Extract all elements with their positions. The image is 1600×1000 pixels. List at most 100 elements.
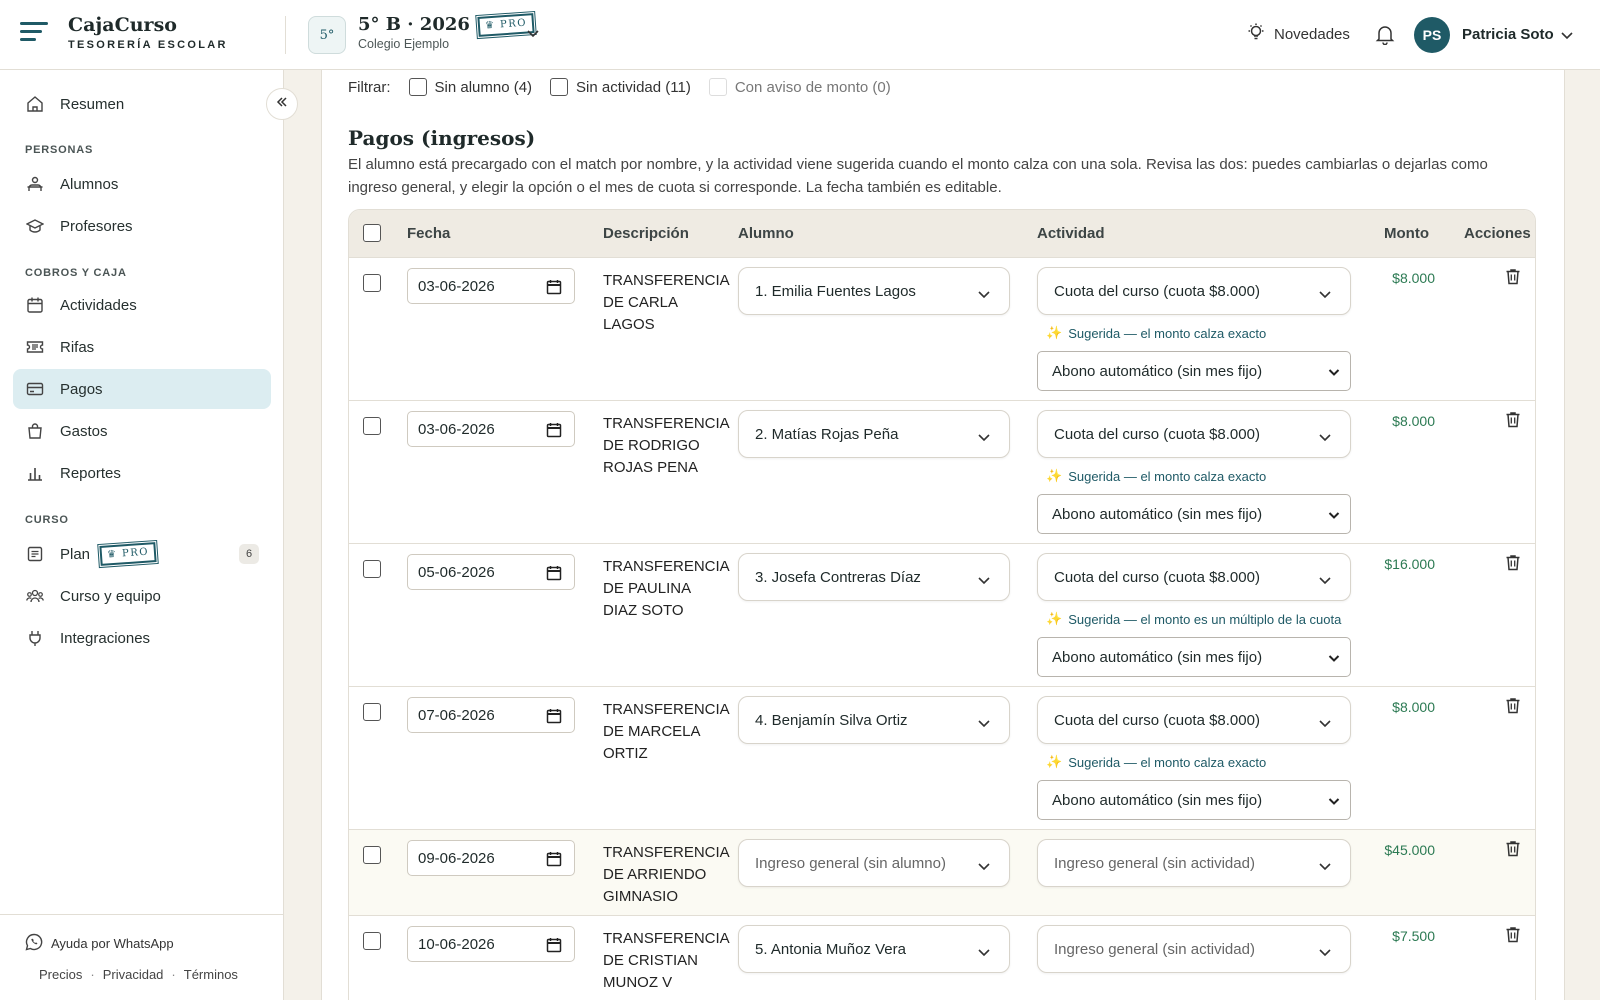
- alumno-select[interactable]: 5. Antonia Muñoz Vera: [738, 925, 1010, 973]
- section-title: Pagos (ingresos): [348, 126, 536, 150]
- description-text: TRANSFERENCIA DE RODRIGO ROJAS PENA: [603, 415, 729, 476]
- footer-separator: ·: [90, 967, 95, 982]
- chevron-down-icon: [977, 716, 991, 734]
- course-switcher[interactable]: 5° B · 2026 ♛ PRO Colegio Ejemplo: [358, 10, 537, 51]
- calendar-icon[interactable]: [546, 708, 562, 728]
- chevron-down-icon: [977, 287, 991, 305]
- section-cobros: COBROS Y CAJA: [25, 267, 127, 279]
- date-input[interactable]: 09-06-2026: [407, 840, 575, 876]
- date-value: 03-06-2026: [418, 277, 495, 295]
- row-checkbox[interactable]: [363, 932, 381, 950]
- sidebar-item-actividades[interactable]: Actividades: [13, 285, 271, 325]
- calendar-icon[interactable]: [546, 422, 562, 442]
- alumno-select[interactable]: 3. Josefa Contreras Díaz: [738, 553, 1010, 601]
- calendar-icon[interactable]: [546, 565, 562, 585]
- filter-sin-actividad-label: Sin actividad (11): [576, 78, 691, 96]
- alumno-select[interactable]: 4. Benjamín Silva Ortiz: [738, 696, 1010, 744]
- amount-value: $8.000: [1392, 413, 1435, 429]
- chevron-down-icon: [1328, 508, 1340, 525]
- brand-logo[interactable]: CajaCurso TESORERÍA ESCOLAR: [68, 14, 228, 51]
- trash-icon[interactable]: [1505, 411, 1521, 432]
- date-input[interactable]: 03-06-2026: [407, 411, 575, 447]
- chevron-down-icon[interactable]: [526, 26, 540, 44]
- actividad-select[interactable]: Ingreso general (sin actividad): [1037, 839, 1351, 887]
- chevron-down-icon: [1318, 573, 1332, 591]
- filter-sin-actividad[interactable]: Sin actividad (11): [550, 78, 691, 96]
- actividad-select[interactable]: Cuota del curso (cuota $8.000): [1037, 696, 1351, 744]
- actividad-select[interactable]: Cuota del curso (cuota $8.000): [1037, 410, 1351, 458]
- sparkle-icon: ✨: [1046, 611, 1063, 626]
- mes-cuota-select[interactable]: Abono automático (sin mes fijo): [1037, 351, 1351, 391]
- description-text: TRANSFERENCIA DE CARLA LAGOS: [603, 272, 729, 333]
- row-checkbox[interactable]: [363, 846, 381, 864]
- chevron-down-icon[interactable]: [1560, 28, 1574, 46]
- row-checkbox[interactable]: [363, 560, 381, 578]
- table-row: 09-06-2026 TRANSFERENCIA DE ARRIENDO GIMN…: [349, 830, 1535, 916]
- sparkle-icon: ✨: [1046, 754, 1063, 769]
- mes-cuota-select[interactable]: Abono automático (sin mes fijo): [1037, 494, 1351, 534]
- mes-cuota-select[interactable]: Abono automático (sin mes fijo): [1037, 637, 1351, 677]
- course-badge[interactable]: 5°: [308, 16, 346, 54]
- sidebar-item-resumen[interactable]: Resumen: [13, 84, 271, 124]
- section-curso: CURSO: [25, 514, 69, 526]
- user-name[interactable]: Patricia Soto: [1462, 26, 1554, 43]
- chevron-down-icon: [1318, 716, 1332, 734]
- double-chevron-left-icon: [275, 95, 289, 113]
- filter-sin-alumno[interactable]: Sin alumno (4): [408, 78, 532, 96]
- sidebar-item-gastos[interactable]: Gastos: [13, 411, 271, 451]
- alumno-value: 3. Josefa Contreras Díaz: [755, 568, 921, 586]
- filter-sin-actividad-checkbox[interactable]: [550, 78, 569, 96]
- suggestion-text: Sugerida — el monto es un múltiplo de la…: [1068, 611, 1342, 627]
- terminos-link[interactable]: Términos: [184, 967, 238, 982]
- calendar-icon[interactable]: [546, 279, 562, 299]
- date-input[interactable]: 07-06-2026: [407, 697, 575, 733]
- actividad-select[interactable]: Cuota del curso (cuota $8.000): [1037, 553, 1351, 601]
- sidebar-item-curso-equipo[interactable]: Curso y equipo: [13, 576, 271, 616]
- avatar[interactable]: PS: [1414, 17, 1450, 53]
- trash-icon[interactable]: [1505, 554, 1521, 575]
- calendar-icon[interactable]: [546, 937, 562, 957]
- privacidad-link[interactable]: Privacidad: [103, 967, 164, 982]
- trash-icon[interactable]: [1505, 697, 1521, 718]
- filter-sin-alumno-checkbox[interactable]: [408, 78, 427, 96]
- trash-icon[interactable]: [1505, 926, 1521, 947]
- whatsapp-help-link[interactable]: Ayuda por WhatsApp: [25, 933, 174, 954]
- menu-icon[interactable]: [20, 22, 48, 46]
- alumno-select[interactable]: Ingreso general (sin alumno): [738, 839, 1010, 887]
- trash-icon[interactable]: [1505, 840, 1521, 861]
- sidebar-item-profesores[interactable]: Profesores: [13, 206, 271, 246]
- row-checkbox[interactable]: [363, 417, 381, 435]
- amount-value: $45.000: [1384, 842, 1435, 858]
- sidebar-item-alumnos[interactable]: Alumnos: [13, 164, 271, 204]
- chevron-down-icon: [1318, 287, 1332, 305]
- calendar-icon[interactable]: [546, 851, 562, 871]
- table-row: 10-06-2026 TRANSFERENCIA DE CRISTIAN MUNO…: [349, 916, 1535, 1000]
- novedades-button[interactable]: Novedades: [1246, 22, 1350, 46]
- row-checkbox[interactable]: [363, 703, 381, 721]
- actividad-value: Cuota del curso (cuota $8.000): [1054, 282, 1260, 300]
- date-value: 03-06-2026: [418, 420, 495, 438]
- date-value: 07-06-2026: [418, 706, 495, 724]
- sidebar-item-reportes[interactable]: Reportes: [13, 453, 271, 493]
- bell-icon[interactable]: [1374, 23, 1396, 49]
- pro-badge: ♛ PRO: [97, 539, 159, 569]
- sidebar-item-integraciones[interactable]: Integraciones: [13, 618, 271, 658]
- date-input[interactable]: 10-06-2026: [407, 926, 575, 962]
- collapse-sidebar-button[interactable]: [266, 88, 298, 120]
- home-icon: [25, 94, 45, 114]
- date-input[interactable]: 03-06-2026: [407, 268, 575, 304]
- sidebar-footer: Ayuda por WhatsApp Precios · Privacidad …: [0, 914, 284, 1000]
- actividad-select[interactable]: Cuota del curso (cuota $8.000): [1037, 267, 1351, 315]
- trash-icon[interactable]: [1505, 268, 1521, 289]
- mes-cuota-select[interactable]: Abono automático (sin mes fijo): [1037, 780, 1351, 820]
- sidebar-item-rifas[interactable]: Rifas: [13, 327, 271, 367]
- precios-link[interactable]: Precios: [39, 967, 82, 982]
- sidebar-item-plan[interactable]: Plan ♛ PRO 6: [13, 534, 271, 574]
- sidebar-item-pagos[interactable]: Pagos: [13, 369, 271, 409]
- date-input[interactable]: 05-06-2026: [407, 554, 575, 590]
- row-checkbox[interactable]: [363, 274, 381, 292]
- alumno-select[interactable]: 1. Emilia Fuentes Lagos: [738, 267, 1010, 315]
- alumno-select[interactable]: 2. Matías Rojas Peña: [738, 410, 1010, 458]
- select-all-checkbox[interactable]: [363, 224, 381, 242]
- actividad-select[interactable]: Ingreso general (sin actividad): [1037, 925, 1351, 973]
